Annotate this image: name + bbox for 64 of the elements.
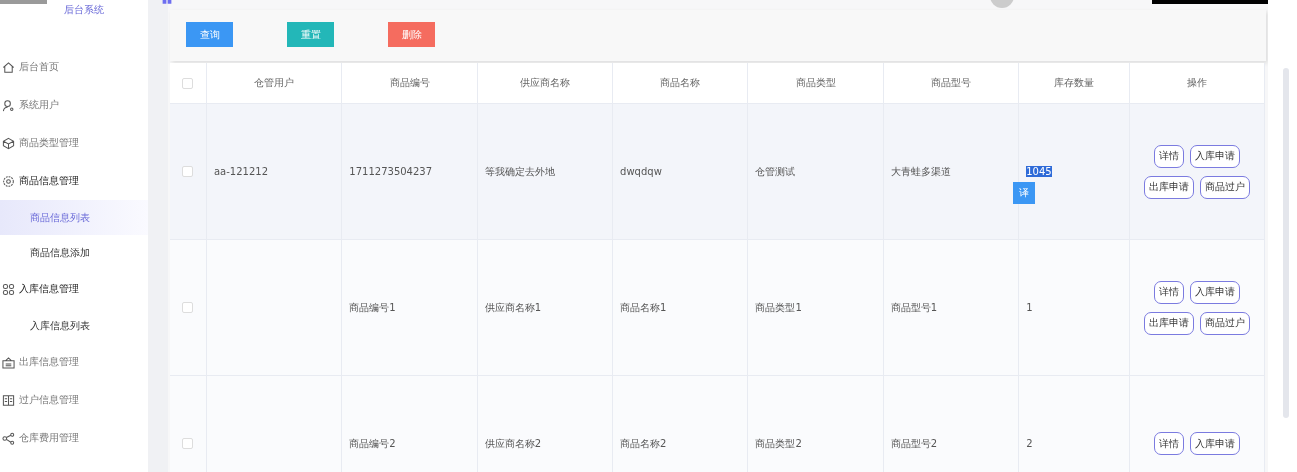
checkbox[interactable]	[182, 166, 194, 177]
table-cell: 商品编号1	[349, 300, 396, 315]
table-cell: 商品编号2	[349, 436, 396, 451]
cube-icon	[2, 136, 15, 150]
table-cell: aa-121212	[213, 166, 268, 177]
sidebar-item[interactable]: 仓库费用管理	[0, 419, 148, 457]
table-cell: 供应商名称1	[484, 300, 542, 315]
table-cell: 2	[1026, 438, 1033, 449]
table-cell: 商品型号2	[890, 436, 938, 451]
column-header: 库存数量	[1019, 63, 1131, 103]
home-icon	[2, 60, 15, 74]
table-cell: 1711273504237	[349, 166, 433, 177]
checkbox[interactable]	[182, 438, 194, 449]
action-button[interactable]: 入库申请	[1190, 144, 1241, 168]
action-button[interactable]: 详情	[1154, 280, 1185, 304]
share-icon	[2, 431, 15, 445]
brand-title: 后台系统	[63, 4, 105, 16]
action-button[interactable]: 详情	[1154, 432, 1185, 455]
checkbox[interactable]	[182, 302, 194, 313]
table-cell: 大青蛙多渠道	[890, 164, 951, 179]
sidebar-item[interactable]: 商品类型管理	[0, 124, 148, 162]
settings-icon	[2, 174, 15, 188]
sidebar-item[interactable]: 商品信息管理	[0, 162, 148, 200]
column-header: 操作	[1130, 63, 1265, 103]
checkbox[interactable]	[182, 77, 194, 89]
table-cell: dwqdqw	[620, 166, 662, 177]
table-cell: 商品名称1	[620, 300, 667, 315]
sidebar-item[interactable]: 出库信息管理	[0, 343, 148, 381]
column-header: 商品名称	[613, 63, 749, 103]
book-icon	[2, 393, 15, 407]
column-header: 商品类型	[748, 63, 884, 103]
action-button[interactable]: 入库申请	[1190, 432, 1241, 455]
sidebar-item[interactable]: 入库信息管理	[0, 270, 148, 308]
table-cell: 商品类型1	[755, 300, 802, 315]
column-header: 仓管用户	[206, 63, 343, 103]
column-header: 商品编号	[342, 63, 478, 103]
table-cell: 等我确定去外地	[484, 164, 555, 179]
column-header: 商品型号	[883, 63, 1020, 103]
table-cell: 商品类型2	[755, 436, 802, 451]
apps-icon[interactable]	[160, 0, 174, 5]
table-cell: 商品名称2	[620, 436, 667, 451]
tray-icon	[2, 355, 15, 369]
sidebar-item[interactable]: 后台首页	[0, 48, 148, 86]
user-icon	[2, 98, 15, 112]
scrollbar-thumb[interactable]	[1283, 68, 1289, 418]
action-button[interactable]: 商品过户	[1200, 311, 1251, 335]
sidebar-item[interactable]: 过户信息管理	[0, 381, 148, 419]
table-cell: 商品型号1	[890, 300, 938, 315]
table-cell: 1045	[1026, 166, 1052, 177]
table-cell: 供应商名称2	[484, 436, 542, 451]
action-button[interactable]: 商品过户	[1200, 175, 1251, 199]
sidebar-subitem[interactable]: 入库信息列表	[0, 308, 148, 343]
table-cell: 1	[1026, 302, 1033, 313]
logo-bar	[0, 0, 47, 4]
sidebar-item[interactable]: 系统用户	[0, 86, 148, 124]
action-button[interactable]: 出库申请	[1144, 175, 1195, 199]
action-button[interactable]: 出库申请	[1144, 311, 1195, 335]
action-button[interactable]: 入库申请	[1190, 280, 1241, 304]
sidebar-subitem[interactable]: 商品信息列表	[0, 200, 148, 235]
action-button[interactable]: 详情	[1154, 144, 1185, 168]
column-header: 供应商名称	[477, 63, 614, 103]
table-cell: 仓管测试	[755, 164, 796, 179]
grid-icon	[2, 282, 15, 296]
sidebar-subitem[interactable]: 商品信息添加	[0, 235, 148, 270]
